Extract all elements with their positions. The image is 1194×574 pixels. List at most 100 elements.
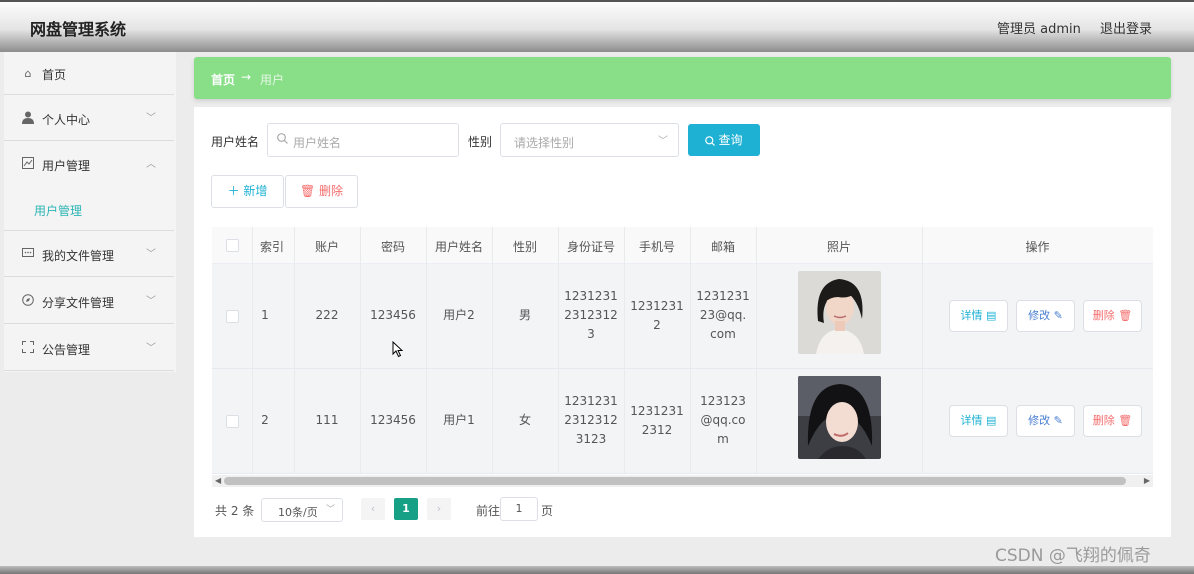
goto-page-input[interactable]: 1 [500,497,538,521]
next-page-button[interactable]: › [427,498,451,520]
detail-button[interactable]: 详情 ▤ [949,405,1008,437]
breadcrumb: 首页 → 用户 [194,57,1171,99]
column-divider [922,227,923,474]
plus-icon: ＋ [227,184,240,198]
chevron-down-icon: ﹀ [658,136,668,147]
breadcrumb-current: 用户 [260,73,285,87]
page-size-select[interactable]: 10条/页 ﹀ [261,498,343,522]
row-checkbox[interactable] [226,415,239,428]
add-button[interactable]: ＋ 新增 [211,175,284,208]
row-delete-button[interactable]: 删除 🗑 [1083,405,1142,437]
page-1-button[interactable]: 1 [394,498,418,520]
column-divider [360,227,361,474]
header-password: 密码 [380,240,405,254]
column-divider [690,227,691,474]
detail-button-label: 详情 [960,309,983,322]
fullscreen-icon [21,341,35,355]
search-icon [705,135,716,146]
edit-button[interactable]: 修改 ✎ [1016,300,1075,332]
column-divider [624,227,625,474]
cell-email: 1231231 23@qq. com [696,289,750,341]
add-button-label: 新增 [243,184,268,198]
arrow-right-icon: → [241,70,252,84]
page-unit-label: 页 [541,504,554,518]
header-email: 邮箱 [710,240,735,254]
mouse-cursor-icon [392,340,404,362]
header-photo: 照片 [826,240,851,254]
delete-button[interactable]: 🗑 删除 [285,175,358,208]
header-name: 用户姓名 [434,240,483,254]
horizontal-scrollbar[interactable]: ◀ ▶ [212,475,1153,487]
trash-icon: 🗑 [1118,309,1133,322]
admin-username: 管理员 admin [997,22,1081,37]
header-index: 索引 [259,240,284,254]
gender-select[interactable]: 请选择性别 ﹀ [500,123,679,157]
header-phone: 手机号 [638,240,675,254]
user-photo [798,376,881,459]
prev-page-button[interactable]: ‹ [361,498,385,520]
sidebar-item-label: 分享文件管理 [42,296,115,310]
sidebar-item-label: 用户管理 [42,159,91,173]
sidebar-item-label: 我的文件管理 [42,249,115,263]
top-header: 网盘管理系统 管理员 admin 退出登录 [0,0,1194,52]
name-search-input[interactable]: 用户姓名 [267,123,459,157]
sidebar-item-home[interactable]: ⌂ 首页 [4,52,174,95]
edit-button-label: 修改 [1028,414,1051,427]
column-divider [558,227,559,474]
cell-gender: 女 [518,413,531,427]
trash-icon: 🗑 [299,184,316,198]
table-row: 2 111 123456 用户1 女 1231231 2312312 3123 12… [212,369,1153,474]
cell-name: 用户2 [443,308,475,322]
cell-gender: 男 [518,308,531,322]
sidebar-item-label: 个人中心 [42,113,91,127]
column-divider [426,227,427,474]
edit-button[interactable]: 修改 ✎ [1016,405,1075,437]
scrollbar-thumb[interactable] [224,477,1126,485]
cell-account: 222 [315,308,339,322]
breadcrumb-home[interactable]: 首页 [211,71,235,88]
detail-button[interactable]: 详情 ▤ [949,300,1008,332]
sidebar-item-personal-center[interactable]: 个人中心 ﹀ [4,95,174,141]
query-button-label: 查询 [718,133,743,147]
row-checkbox[interactable] [226,310,239,323]
cell-id-number: 1231231 2312312 3123 [564,394,618,446]
message-icon [21,247,35,261]
logout-link[interactable]: 退出登录 [1100,18,1152,37]
submenu-item-user-management[interactable]: 用户管理 [4,187,174,231]
cell-index: 2 [261,413,269,427]
chevron-down-icon: ﹀ [325,505,335,515]
row-delete-button[interactable]: 删除 🗑 [1083,300,1142,332]
sidebar-item-shared-files[interactable]: 分享文件管理 ﹀ [4,278,174,324]
compass-icon [21,294,35,308]
cell-phone: 1231231 2 [630,299,684,332]
scroll-left-arrow-icon[interactable]: ◀ [215,475,221,487]
document-icon: ▤ [986,414,997,427]
sidebar: ⌂ 首页 个人中心 ﹀ 用户管理 ︿ 用户管理 我的文件管理 ﹀ 分享文件管理 … [4,52,176,372]
chart-icon [21,157,35,171]
chevron-down-icon: ﹀ [146,296,156,307]
sidebar-item-label: 首页 [42,68,67,82]
select-all-checkbox[interactable] [226,239,239,252]
scroll-right-arrow-icon[interactable]: ▶ [1144,475,1150,487]
cell-email: 123123 @qq.co m [700,394,746,446]
submenu-item-label: 用户管理 [34,204,83,218]
edit-button-label: 修改 [1028,309,1051,322]
cell-index: 1 [261,308,269,322]
cell-password: 123456 [370,308,416,322]
sidebar-item-label: 公告管理 [42,343,91,357]
sidebar-item-my-files[interactable]: 我的文件管理 ﹀ [4,231,174,277]
sidebar-item-user-management[interactable]: 用户管理 ︿ [4,141,174,187]
app-title: 网盘管理系统 [30,20,127,39]
sidebar-item-announcements[interactable]: 公告管理 ﹀ [4,325,174,371]
name-placeholder: 用户姓名 [293,136,342,150]
user-icon [21,111,35,125]
header-id-number: 身份证号 [566,240,615,254]
table-header: 索引 账户 密码 用户姓名 性别 身份证号 手机号 邮箱 照片 操作 [212,227,1153,264]
trash-icon: 🗑 [1118,414,1133,427]
user-table: 索引 账户 密码 用户姓名 性别 身份证号 手机号 邮箱 照片 操作 1 222… [212,227,1153,487]
search-icon [277,133,288,147]
column-divider [756,227,757,474]
cell-phone: 1231231 2312 [630,404,684,437]
query-button[interactable]: 查询 [688,124,760,156]
document-icon: ▤ [986,309,997,322]
